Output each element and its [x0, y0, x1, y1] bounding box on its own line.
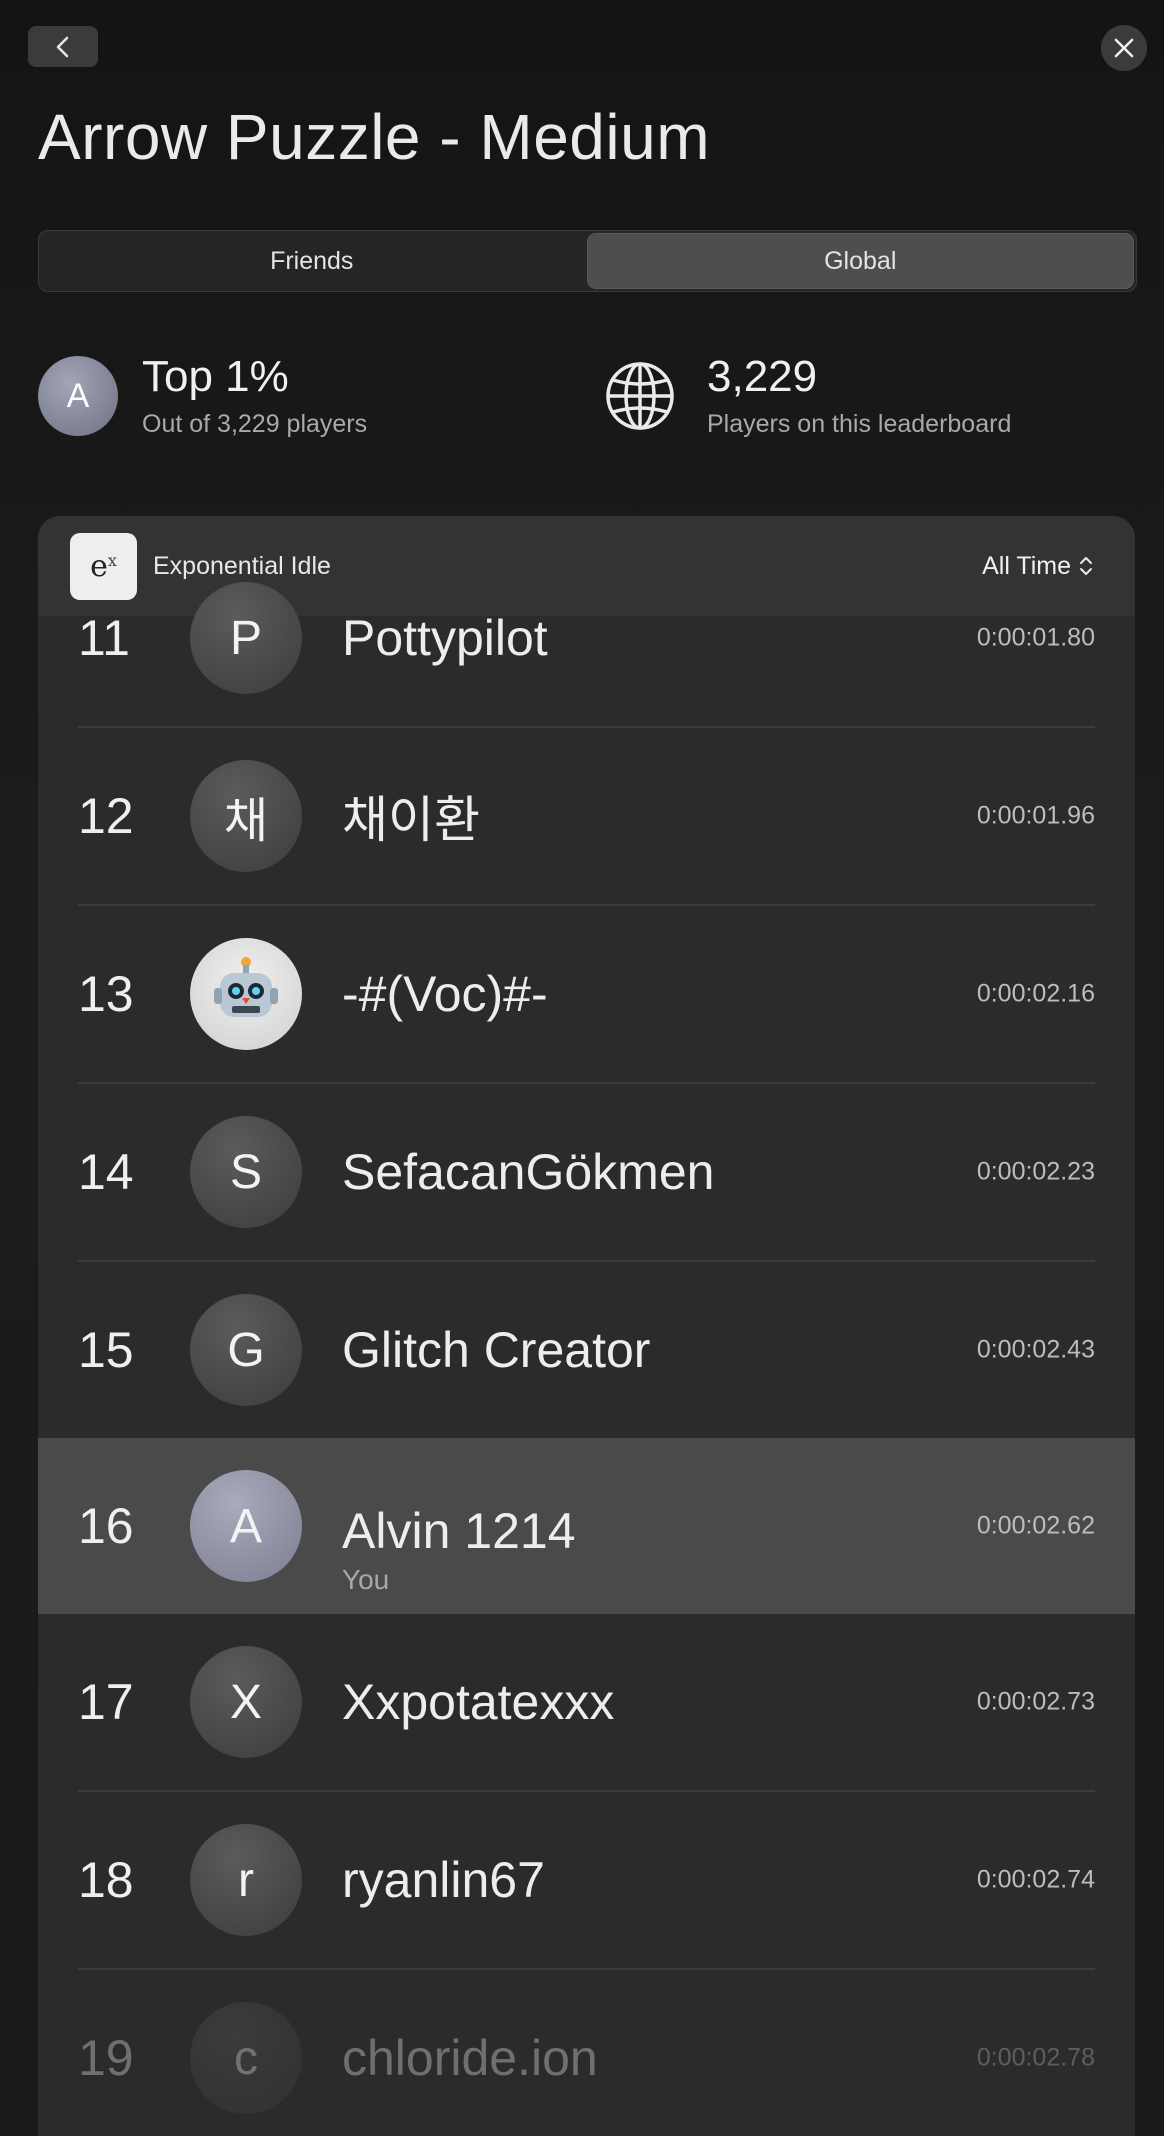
- globe-icon: [606, 362, 674, 430]
- close-button[interactable]: [1101, 25, 1147, 71]
- avatar: P: [190, 582, 302, 694]
- player-time: 0:00:02.16: [976, 979, 1095, 1008]
- avatar: 채: [190, 760, 302, 872]
- rank-number: 13: [78, 966, 134, 1022]
- rank-number: 18: [78, 1852, 134, 1908]
- page-title: Arrow Puzzle - Medium: [38, 101, 710, 173]
- time-filter-select[interactable]: All Time: [982, 552, 1093, 581]
- player-time: 0:00:02.73: [976, 1687, 1095, 1716]
- leaderboard-row[interactable]: 17 X Xxpotatexxx 0:00:02.73: [78, 1614, 1095, 1792]
- leaderboard-row[interactable]: 18 r ryanlin67 0:00:02.74: [78, 1792, 1095, 1970]
- tab-friends[interactable]: Friends: [39, 231, 585, 291]
- rank-number: 19: [78, 2030, 134, 2086]
- players-subtitle: Players on this leaderboard: [707, 410, 1012, 438]
- player-time: 0:00:02.43: [976, 1335, 1095, 1364]
- player-time: 0:00:01.96: [976, 801, 1095, 830]
- robot-avatar-icon: [190, 938, 302, 1050]
- app-name: Exponential Idle: [153, 551, 331, 580]
- you-label: You: [342, 1564, 390, 1595]
- avatar: c: [190, 2002, 302, 2114]
- rank-number: 17: [78, 1674, 134, 1730]
- player-name: 채이환: [342, 792, 480, 848]
- leaderboard-row[interactable]: 13 -#(Voc)#- 0:00:02.16: [78, 906, 1095, 1084]
- leaderboard-row[interactable]: 11 P Pottypilot 0:00:01.80: [78, 582, 1095, 728]
- leaderboard-row[interactable]: 12 채 채이환 0:00:01.96: [78, 728, 1095, 906]
- rank-number: 12: [78, 788, 134, 844]
- players-stat: 3,229 Players on this leaderboard: [707, 352, 1011, 442]
- time-filter-label: All Time: [982, 551, 1071, 580]
- rank-subtitle: Out of 3,229 players: [142, 410, 368, 438]
- exponential-idle-app-icon: ex: [70, 532, 137, 600]
- leaderboard-card: ex Exponential Idle All Time 11 P Pottyp…: [38, 516, 1135, 2136]
- leaderboard-row-current-user[interactable]: 16 A Alvin 1214 You 0:00:02.62: [38, 1438, 1135, 1614]
- player-time: 0:00:02.62: [976, 1511, 1095, 1540]
- avatar: G: [190, 1294, 302, 1406]
- scope-segmented-control: Friends Global: [38, 230, 1137, 292]
- player-name: Xxpotatexxx: [342, 1674, 615, 1730]
- leaderboard-list: 11 P Pottypilot 0:00:01.80 12 채 채이환 0:00…: [38, 582, 1135, 2136]
- player-name: chloride.ion: [342, 2030, 598, 2086]
- close-icon: [1114, 38, 1134, 58]
- tab-global[interactable]: Global: [586, 233, 1134, 289]
- player-time: 0:00:01.80: [976, 623, 1095, 652]
- user-avatar: A: [38, 356, 118, 436]
- player-time: 0:00:02.23: [976, 1157, 1095, 1186]
- rank-number: 14: [78, 1144, 134, 1200]
- chevron-left-icon: [56, 36, 69, 57]
- chevron-up-down-icon: [1080, 557, 1092, 575]
- player-time: 0:00:02.74: [976, 1865, 1095, 1894]
- rank-number: 15: [78, 1322, 134, 1378]
- avatar: X: [190, 1646, 302, 1758]
- back-button[interactable]: [28, 26, 98, 67]
- leaderboard-row[interactable]: 19 c chloride.ion 0:00:02.78: [78, 1970, 1095, 2136]
- rank-number: 11: [78, 610, 130, 666]
- players-count: 3,229: [707, 352, 818, 401]
- player-name: Pottypilot: [342, 610, 548, 666]
- player-name: -#(Voc)#-: [342, 966, 548, 1022]
- rank-stat: Top 1% Out of 3,229 players: [142, 352, 367, 442]
- avatar: r: [190, 1824, 302, 1936]
- avatar: A: [190, 1470, 302, 1582]
- rank-number: 16: [78, 1498, 134, 1554]
- player-time: 0:00:02.78: [976, 2043, 1095, 2072]
- avatar: S: [190, 1116, 302, 1228]
- player-name: Glitch Creator: [342, 1322, 651, 1378]
- player-name: ryanlin67: [342, 1852, 545, 1908]
- leaderboard-row[interactable]: 15 G Glitch Creator 0:00:02.43: [78, 1262, 1095, 1438]
- rank-percent: Top 1%: [142, 352, 289, 401]
- player-name: Alvin 1214: [342, 1503, 576, 1559]
- player-name: SefacanGökmen: [342, 1144, 715, 1200]
- leaderboard-row[interactable]: 14 S SefacanGökmen 0:00:02.23: [78, 1084, 1095, 1262]
